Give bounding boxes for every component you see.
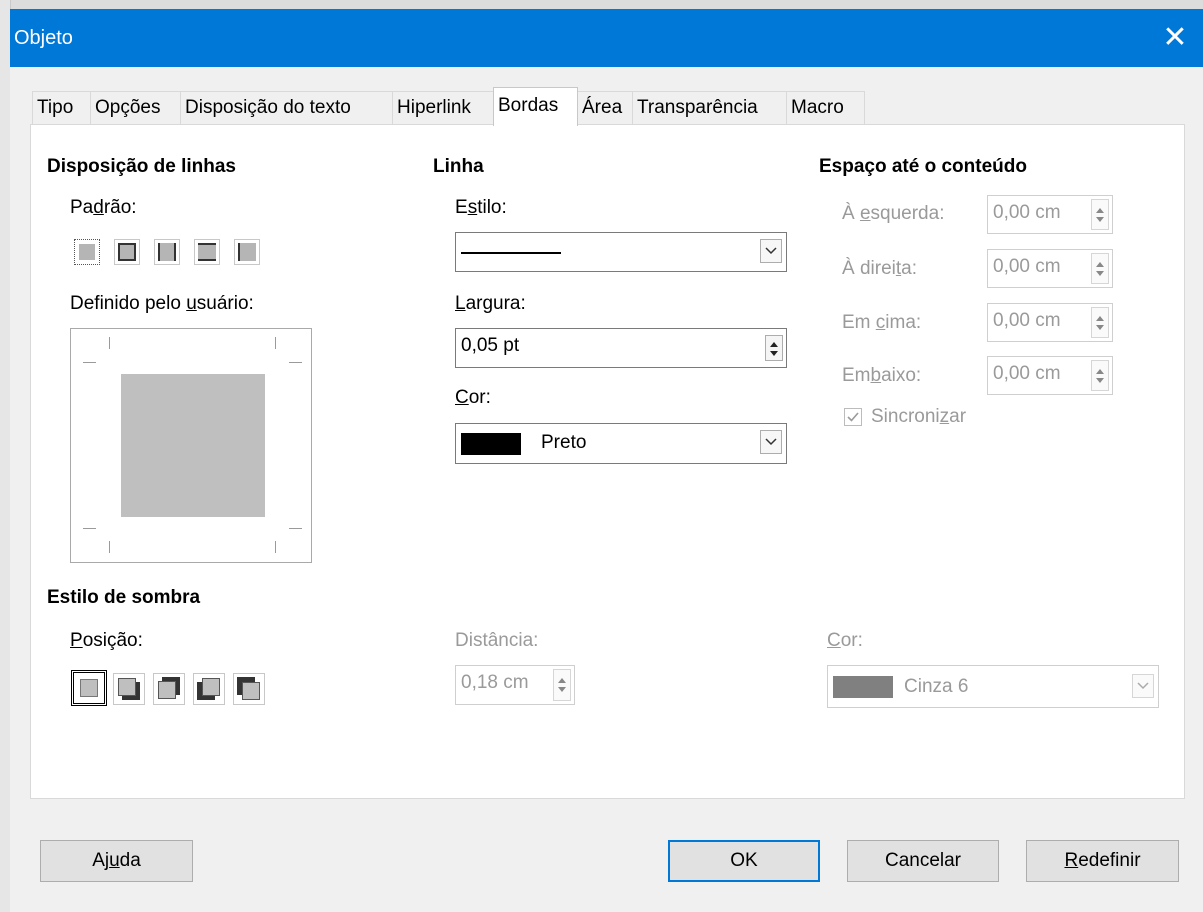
chevron-down-icon[interactable]: [760, 430, 782, 454]
background-strip: [0, 0, 1203, 9]
preview-frame: [121, 374, 265, 517]
spacing-top-spinner[interactable]: [1091, 307, 1109, 338]
reset-button[interactable]: Redefinir: [1026, 840, 1179, 882]
shadow-position-presets: [69, 667, 285, 707]
tab-area[interactable]: Área: [577, 91, 633, 124]
spacing-left-label: À esquerda:: [842, 203, 945, 224]
spacing-top-label: Em cima:: [842, 312, 922, 333]
spacing-bottom-spinner[interactable]: [1091, 360, 1109, 391]
tab-disposicao-texto[interactable]: Disposição do texto: [180, 91, 393, 124]
line-color-select[interactable]: Preto: [455, 423, 787, 464]
title-bar: Objeto ✕: [10, 9, 1203, 67]
tab-bordas[interactable]: Bordas: [493, 87, 578, 126]
tab-opcoes[interactable]: Opções: [90, 91, 181, 124]
ok-button[interactable]: OK: [668, 840, 820, 882]
spacing-right-value: 0,00 cm: [993, 256, 1061, 277]
no-shadow-icon[interactable]: [71, 670, 107, 706]
tab-hiperlink[interactable]: Hiperlink: [392, 91, 494, 124]
tab-macro[interactable]: Macro: [786, 91, 865, 124]
top-bottom-border-icon[interactable]: [194, 239, 220, 265]
shadow-color-label: Cor:: [827, 630, 863, 651]
spacing-right-spinner[interactable]: [1091, 253, 1109, 284]
shadow-position-label: Posição:: [70, 630, 143, 651]
width-label: Largura:: [455, 293, 526, 314]
line-width-field[interactable]: 0,05 pt: [455, 328, 787, 368]
close-icon[interactable]: ✕: [1147, 9, 1203, 67]
spacing-heading: Espaço até o conteúdo: [819, 156, 1027, 177]
shadow-distance-label: Distância:: [455, 630, 539, 651]
spacing-top-field[interactable]: 0,00 cm: [987, 303, 1113, 342]
tab-transparencia[interactable]: Transparência: [632, 91, 787, 124]
shadow-color-value: Cinza 6: [904, 676, 969, 697]
line-style-preview: [461, 252, 561, 254]
line-color-value: Preto: [541, 432, 587, 453]
line-width-value: 0,05 pt: [461, 335, 520, 356]
user-defined-label: Definido pelo usuário:: [70, 293, 254, 314]
left-border-icon[interactable]: [234, 239, 260, 265]
shadow-bottom-right-icon[interactable]: [113, 673, 145, 705]
spacing-left-field[interactable]: 0,00 cm: [987, 195, 1113, 234]
line-presets: [72, 235, 274, 269]
user-defined-border-preview[interactable]: [70, 328, 312, 563]
spacing-left-value: 0,00 cm: [993, 202, 1061, 223]
chevron-down-icon[interactable]: [1132, 674, 1154, 698]
left-right-border-icon[interactable]: [154, 239, 180, 265]
shadow-color-select[interactable]: Cinza 6: [827, 665, 1159, 708]
shadow-heading: Estilo de sombra: [47, 587, 201, 608]
spacing-bottom-value: 0,00 cm: [993, 363, 1061, 384]
shadow-distance-spinner[interactable]: [553, 669, 571, 701]
help-button[interactable]: Ajuda: [40, 840, 193, 882]
line-heading: Linha: [433, 156, 484, 177]
spacing-left-spinner[interactable]: [1091, 199, 1109, 230]
no-border-icon[interactable]: [74, 239, 100, 265]
spacing-bottom-label: Embaixo:: [842, 365, 922, 386]
line-style-select[interactable]: [455, 232, 787, 272]
tab-tipo[interactable]: Tipo: [32, 91, 91, 124]
style-label: Estilo:: [455, 197, 507, 218]
window-title: Objeto: [14, 27, 73, 49]
line-arrangement-heading: Disposição de linhas: [47, 156, 236, 177]
spacing-right-field[interactable]: 0,00 cm: [987, 249, 1113, 288]
shadow-distance-field[interactable]: 0,18 cm: [455, 665, 575, 705]
shadow-top-right-icon[interactable]: [153, 673, 185, 705]
shadow-top-left-icon[interactable]: [233, 673, 265, 705]
shadow-bottom-left-icon[interactable]: [193, 673, 225, 705]
cancel-button[interactable]: Cancelar: [847, 840, 999, 882]
outer-border-icon[interactable]: [114, 239, 140, 265]
shadow-distance-value: 0,18 cm: [461, 672, 529, 693]
line-color-swatch: [461, 433, 521, 455]
check-icon: [847, 412, 859, 422]
shadow-color-swatch: [833, 676, 893, 698]
chevron-down-icon[interactable]: [760, 239, 782, 263]
sync-label: Sincronizar: [871, 406, 967, 427]
borders-panel: Disposição de linhas Padrão: Definido pe…: [30, 124, 1185, 799]
line-width-spinner[interactable]: [765, 335, 783, 361]
default-label: Padrão:: [70, 197, 137, 218]
sync-checkbox[interactable]: [844, 408, 862, 426]
line-color-label: Cor:: [455, 387, 491, 408]
spacing-bottom-field[interactable]: 0,00 cm: [987, 356, 1113, 395]
spacing-right-label: À direita:: [842, 258, 917, 279]
spacing-top-value: 0,00 cm: [993, 310, 1061, 331]
object-dialog: Objeto ✕ Tipo Opções Disposição do texto…: [10, 9, 1203, 912]
